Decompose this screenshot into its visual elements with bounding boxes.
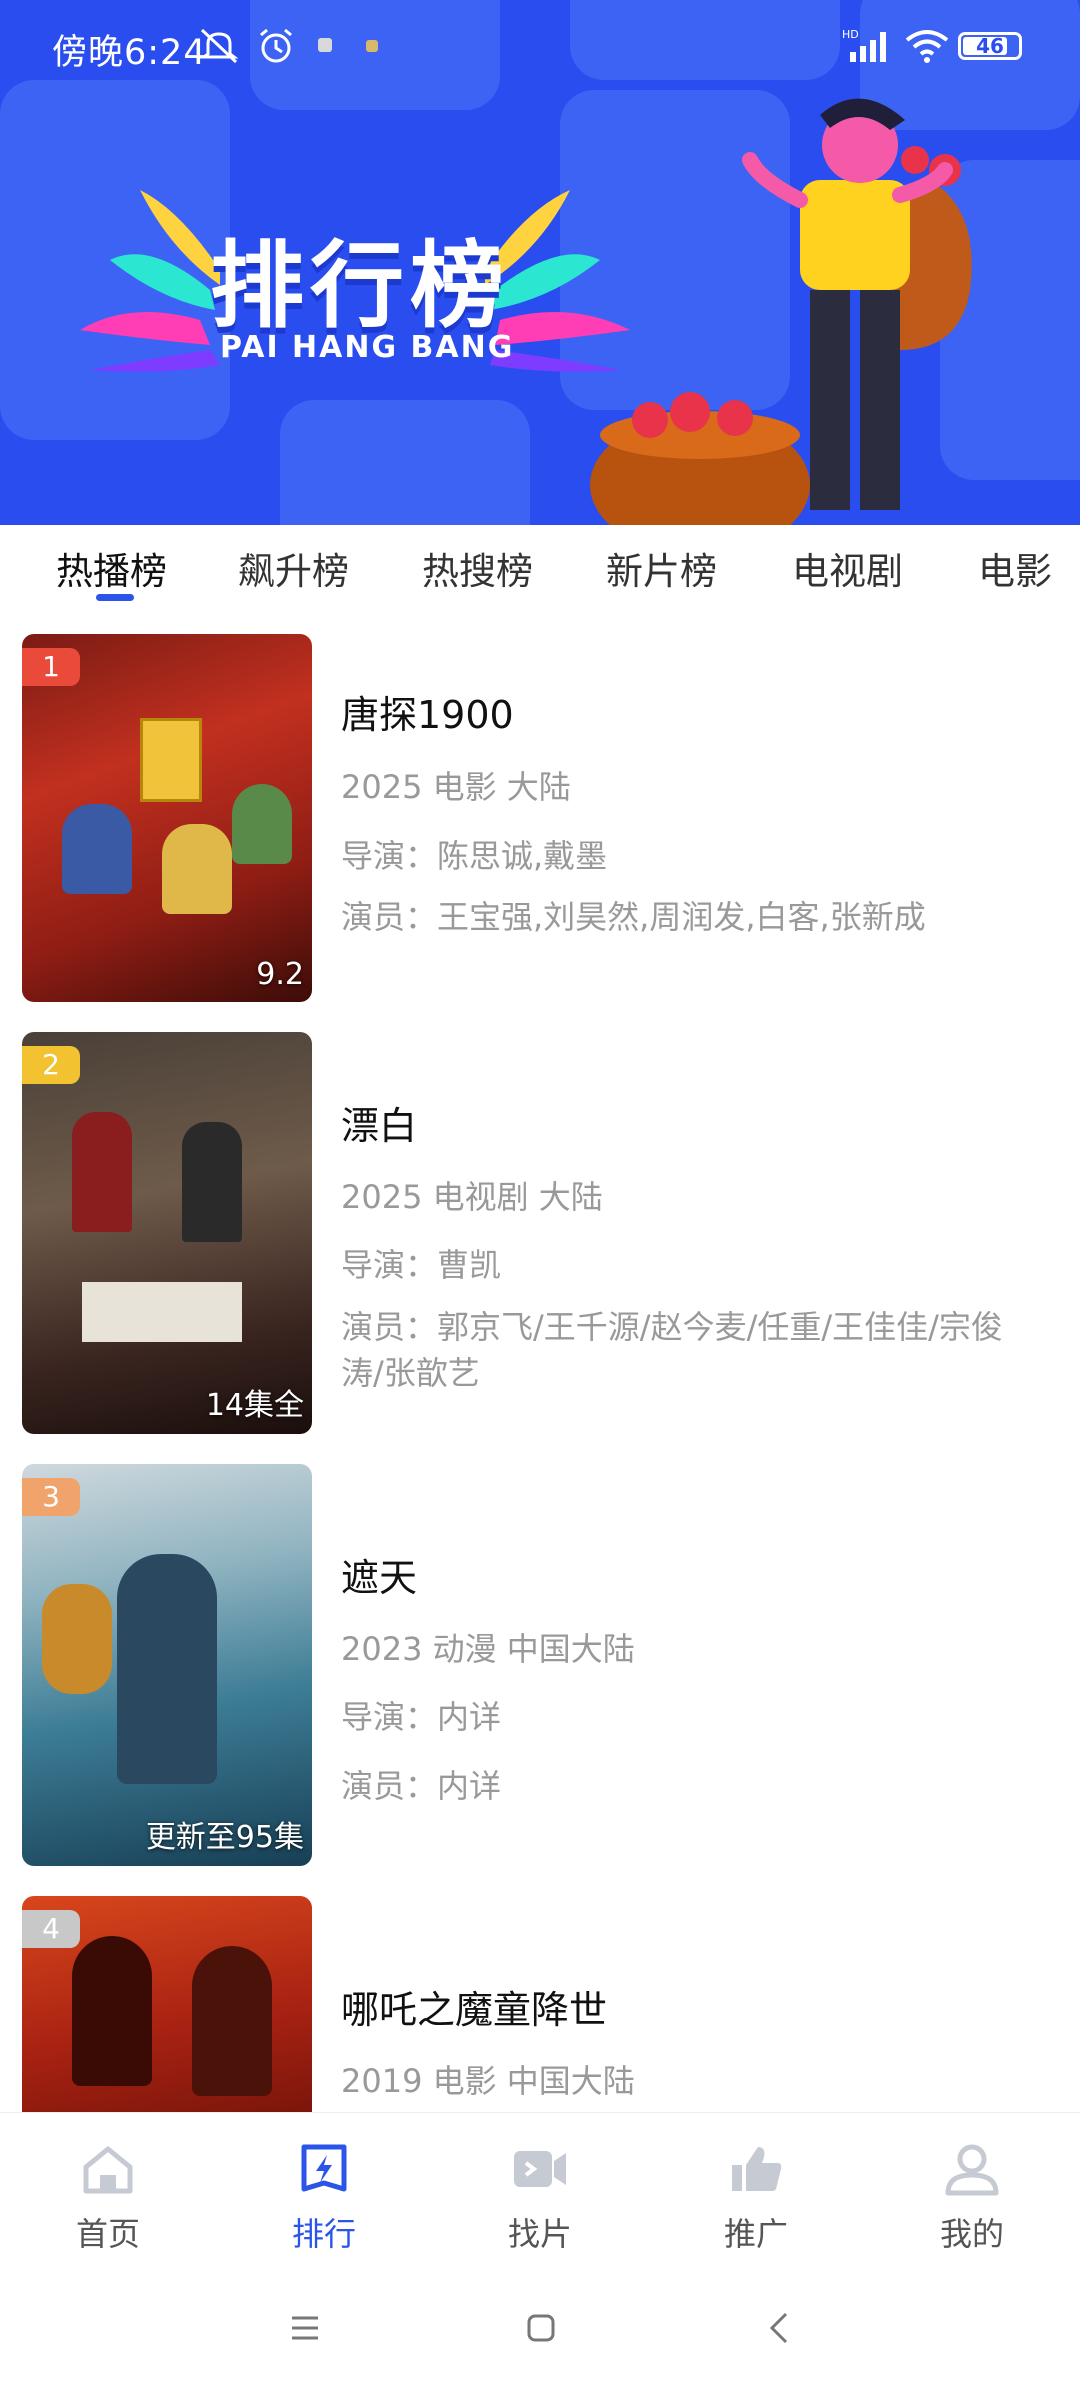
system-navigation-bar <box>0 2267 1080 2400</box>
rank-badge: 2 <box>22 1046 80 1084</box>
tab-hot-search[interactable]: 热搜榜 <box>422 541 533 595</box>
tab-tv-series[interactable]: 电视剧 <box>792 541 903 595</box>
nav-label: 首页 <box>75 2215 140 2253</box>
item-meta: 2023 动漫 中国大陆 <box>341 1630 635 1668</box>
poster-art <box>192 1946 272 2096</box>
battery-level: 46 <box>976 34 1004 58</box>
nav-label: 找片 <box>507 2215 572 2253</box>
item-meta: 2025 电影 大陆 <box>341 768 571 806</box>
home-icon <box>83 2146 133 2194</box>
alarm-icon <box>260 28 292 63</box>
nav-profile[interactable]: 我的 <box>902 2141 1042 2255</box>
notification-icon <box>366 40 378 52</box>
item-title[interactable]: 漂白 <box>341 1095 417 1150</box>
item-cast: 演员：内详 <box>341 1767 502 1805</box>
item-meta: 2025 电视剧 大陆 <box>341 1178 603 1216</box>
video-icon <box>514 2151 566 2187</box>
item-title[interactable]: 遮天 <box>341 1547 417 1602</box>
back-icon[interactable] <box>766 2311 790 2345</box>
poster-image[interactable]: 2 14集全 <box>22 1032 312 1434</box>
rating-badge: 9.2 <box>256 957 304 992</box>
item-director: 导演：陈思诚,戴墨 <box>341 837 608 875</box>
nav-ranking[interactable]: 排行 <box>254 2141 394 2255</box>
mascot-illustration <box>590 98 972 525</box>
nav-find-video[interactable]: 找片 <box>470 2141 610 2255</box>
poster-art <box>82 1282 242 1342</box>
episodes-badge: 更新至95集 <box>145 1820 304 1855</box>
poster-art <box>162 824 232 914</box>
list-item[interactable]: 2 14集全 漂白 2025 电视剧 大陆 导演：曹凯 演员：郭京飞/王千源/赵… <box>0 1030 1080 1440</box>
poster-art <box>117 1554 217 1784</box>
poster-image[interactable]: 1 9.2 <box>22 634 312 1002</box>
item-cast: 演员：王宝强,刘昊然,周润发,白客,张新成 <box>341 898 926 936</box>
home-button-icon[interactable] <box>526 2313 556 2343</box>
nav-promote[interactable]: 推广 <box>686 2141 826 2255</box>
ranking-icon <box>301 2144 347 2192</box>
item-director: 导演：曹凯 <box>341 1246 502 1284</box>
status-bar: 傍晚6:24 HD 46 <box>0 0 1080 92</box>
battery-icon: 46 <box>958 32 1022 60</box>
signal-icon: HD <box>842 28 886 62</box>
tab-movies[interactable]: 电影 <box>978 541 1052 595</box>
status-time: 傍晚6:24 <box>52 33 207 73</box>
poster-art <box>140 718 202 802</box>
item-cast: 演员：郭京飞/王千源/赵今麦/任重/王佳佳/宗俊涛/张歆艺 <box>341 1308 1003 1392</box>
poster-art <box>72 1936 152 2086</box>
list-item[interactable]: 3 更新至95集 遮天 2023 动漫 中国大陆 导演：内详 演员：内详 <box>0 1462 1080 1872</box>
poster-art <box>72 1112 132 1232</box>
episodes-badge: 14集全 <box>205 1388 304 1423</box>
rank-badge: 1 <box>22 648 80 686</box>
item-meta: 2019 电影 中国大陆 <box>341 2062 635 2100</box>
wifi-icon <box>905 30 949 63</box>
ranking-tabs: 热播榜 飙升榜 热搜榜 新片榜 电视剧 电影 <box>0 525 1080 615</box>
banner-title: 排行榜 <box>210 232 511 341</box>
poster-art <box>182 1122 242 1242</box>
item-title[interactable]: 唐探1900 <box>341 684 514 739</box>
tab-rising[interactable]: 飙升榜 <box>238 541 349 595</box>
poster-art <box>42 1584 112 1694</box>
poster-art <box>62 804 132 894</box>
bg-card <box>280 400 530 525</box>
nav-label: 推广 <box>723 2215 788 2253</box>
svg-text:HD: HD <box>842 28 859 41</box>
list-item[interactable]: 1 9.2 唐探1900 2025 电影 大陆 导演：陈思诚,戴墨 演员：王宝强… <box>0 632 1080 1007</box>
nav-label: 我的 <box>939 2215 1004 2253</box>
tab-hot-play[interactable]: 热播榜 <box>56 541 167 595</box>
rank-badge: 3 <box>22 1478 80 1516</box>
ranking-page: 傍晚6:24 HD 46 排行榜 PAI HANG BANG 热播榜 飙升榜 热… <box>0 0 1080 2400</box>
mute-bell-icon <box>199 28 239 64</box>
menu-icon[interactable] <box>290 2315 320 2341</box>
ranking-banner: 傍晚6:24 HD 46 排行榜 PAI HANG BANG <box>0 0 1080 525</box>
bottom-navigation: 首页 排行 找片 推广 我的 <box>0 2112 1080 2267</box>
poster-image[interactable]: 4 <box>22 1896 312 2112</box>
user-icon <box>945 2144 999 2196</box>
active-tab-indicator <box>96 594 134 601</box>
banner-subtitle: PAI HANG BANG <box>220 330 515 365</box>
rank-badge: 4 <box>22 1910 80 1948</box>
nav-label: 排行 <box>291 2215 356 2253</box>
item-title[interactable]: 哪吒之魔童降世 <box>341 1979 607 2034</box>
nav-home[interactable]: 首页 <box>38 2141 178 2255</box>
thumbs-up-icon <box>732 2147 782 2191</box>
poster-art <box>232 784 292 864</box>
item-director: 导演：内详 <box>341 1698 502 1736</box>
notification-icon <box>318 38 332 52</box>
list-item[interactable]: 4 哪吒之魔童降世 2019 电影 中国大陆 <box>0 1894 1080 2112</box>
poster-image[interactable]: 3 更新至95集 <box>22 1464 312 1866</box>
tab-new-releases[interactable]: 新片榜 <box>606 541 717 595</box>
